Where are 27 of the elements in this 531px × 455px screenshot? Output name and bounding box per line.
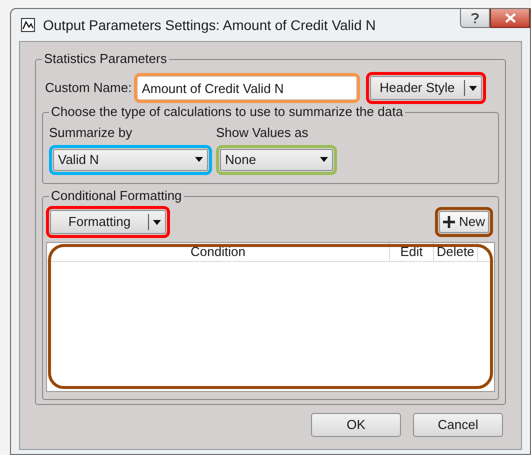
group-title: Conditional Formatting — [49, 188, 184, 204]
window-title: Output Parameters Settings: Amount of Credit Valid N — [43, 16, 376, 35]
group-title: Choose the type of calculations to use to summarize the data — [49, 104, 405, 120]
column-header[interactable]: Condition — [47, 243, 390, 261]
split-button[interactable]: Formatting — [50, 210, 166, 234]
caret-icon — [468, 86, 477, 90]
column-header[interactable]: Delete — [434, 243, 478, 261]
help-button[interactable] — [460, 9, 490, 28]
plus-icon — [442, 216, 455, 228]
field-label: Show Values as — [216, 124, 310, 142]
close-button[interactable] — [490, 9, 530, 28]
caret-icon — [320, 157, 328, 162]
new-button[interactable]: New — [438, 211, 489, 233]
chart-icon — [21, 18, 35, 32]
split-button[interactable]: Header Style — [370, 76, 482, 100]
custom-name-field[interactable]: Amount of Credit Valid N — [138, 77, 356, 99]
caret-icon — [153, 220, 161, 224]
close-icon — [504, 13, 516, 23]
column-header[interactable]: Edit — [390, 243, 434, 261]
field-label: Summarize by — [49, 124, 134, 142]
dialog-button[interactable]: Cancel — [413, 413, 503, 437]
caret-icon — [195, 157, 203, 162]
dropdown[interactable]: Valid N — [53, 148, 208, 170]
dialog-button[interactable]: OK — [311, 413, 401, 437]
help-icon — [471, 12, 479, 24]
dropdown[interactable]: None — [220, 148, 333, 170]
field-label: Custom Name: — [45, 79, 132, 98]
